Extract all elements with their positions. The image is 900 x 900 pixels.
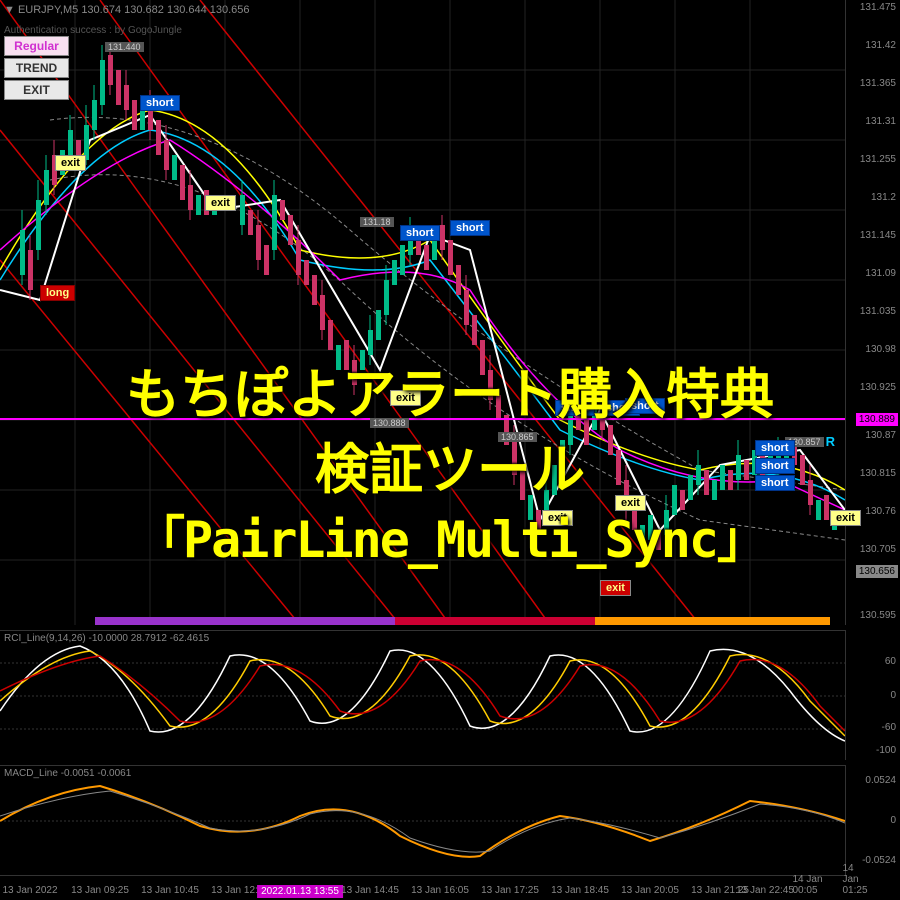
price-tick: 131.09 [865,268,896,279]
time-tick: 13 Jan 2022 [2,885,57,896]
time-tick: 14 Jan 00:05 [793,874,828,896]
chart-container: R ▼ EURJPY,M5 130.674 130.682 130.644 13… [0,0,900,900]
signal-short[interactable]: short [755,475,795,491]
macd-scale: 0.0524 0 -0.0524 [845,765,900,875]
signal-short[interactable]: short [400,225,440,241]
price-tag: 131.18 [360,217,394,227]
macd-tick: 0.0524 [865,775,896,786]
price-scale[interactable]: 131.475 131.42 131.365 131.31 131.255 13… [845,0,900,625]
time-tick: 13 Jan 10:45 [141,885,199,896]
zone-bar-purple [95,617,395,625]
zone-bar-red [395,617,595,625]
zone-bar-orange [595,617,830,625]
marker-r: R [826,434,835,449]
price-tick: 131.475 [860,2,896,13]
rci-indicator-panel[interactable]: RCI_Line(9,14,26) -10.0000 28.7912 -62.4… [0,630,845,760]
price-tag: 131.440 [105,42,144,52]
price-tick: 130.595 [860,610,896,621]
price-close: 130.656 [856,565,898,578]
signal-short[interactable]: short [140,95,180,111]
signal-short[interactable]: short [555,400,595,416]
macd-tick: 0 [890,815,896,826]
time-tick: 13 Jan 18:45 [551,885,609,896]
price-tick: 130.705 [860,544,896,555]
time-tick: 13 Jan 16:05 [411,885,469,896]
signal-short[interactable]: short [755,440,795,456]
regular-button[interactable]: Regular [4,36,69,56]
exit-button[interactable]: EXIT [4,80,69,100]
rci-tick: 60 [885,656,896,667]
signal-exit[interactable]: exit [600,580,631,596]
price-tick: 130.815 [860,468,896,479]
time-tick: 13 Jan 22:45 [736,885,794,896]
time-tick: 13 Jan 17:25 [481,885,539,896]
macd-indicator-panel[interactable]: MACD_Line -0.0051 -0.0061 [0,765,845,875]
price-tick: 130.925 [860,382,896,393]
signal-exit[interactable]: exit [615,495,646,511]
signal-short[interactable]: short [755,458,795,474]
price-tick: 131.035 [860,306,896,317]
signal-exit[interactable]: exit [390,390,421,406]
signal-exit[interactable]: exit [830,510,861,526]
rci-tick: 0 [890,690,896,701]
pair-info[interactable]: ▼ EURJPY,M5 130.674 130.682 130.644 130.… [4,4,250,16]
price-tag: 130.888 [370,418,409,428]
horizontal-price-line[interactable] [0,418,845,420]
time-tick: 13 Jan 14:45 [341,885,399,896]
price-current: 130.889 [856,413,898,426]
price-tick: 131.255 [860,154,896,165]
chart-svg [0,0,845,625]
signal-short[interactable]: short [625,398,665,414]
price-tick: 131.31 [865,116,896,127]
price-tick: 131.145 [860,230,896,241]
price-tick: 131.365 [860,78,896,89]
signal-exit[interactable]: exit [205,195,236,211]
price-tick: 130.98 [865,344,896,355]
time-tick: 13 Jan 20:05 [621,885,679,896]
time-tick: 13 Jan 09:25 [71,885,129,896]
signal-exit[interactable]: exit [55,155,86,171]
price-tick: 131.42 [865,40,896,51]
price-tick: 130.76 [865,506,896,517]
price-tag: 130.865 [498,432,537,442]
signal-short[interactable]: short [450,220,490,236]
price-tick: 130.87 [865,430,896,441]
rci-tick: -100 [876,745,896,756]
rci-tick: -60 [882,722,896,733]
time-highlight[interactable]: 2022.01.13 13:55 [257,885,343,898]
signal-exit[interactable]: exit [542,510,573,526]
trend-button[interactable]: TREND [4,58,69,78]
time-axis[interactable]: 13 Jan 2022 13 Jan 09:25 13 Jan 10:45 13… [0,875,845,900]
signal-long[interactable]: long [40,285,75,301]
price-tick: 131.2 [871,192,896,203]
time-tick: 14 Jan 01:25 [842,863,867,896]
rci-scale: 60 0 -60 -100 [845,630,900,760]
main-price-chart[interactable]: R [0,0,845,625]
auth-status: Authentication success : by GogoJungle [4,25,182,36]
mode-buttons: Regular TREND EXIT [4,36,69,102]
